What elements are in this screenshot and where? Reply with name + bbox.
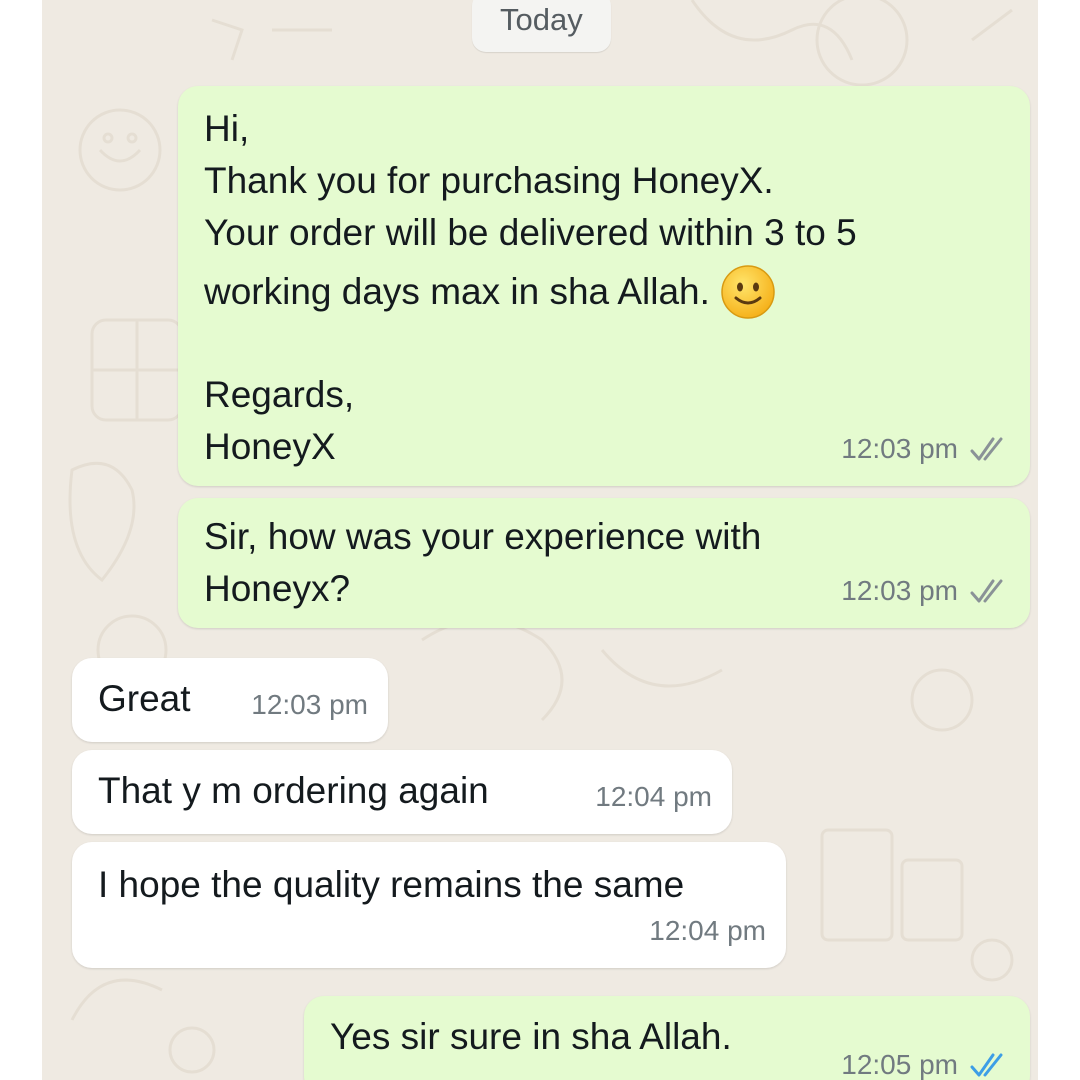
incoming-message[interactable]: I hope the quality remains the same 12:0…	[72, 842, 786, 968]
message-meta: 12:05 pm	[841, 1038, 1010, 1080]
message-time: 12:04 pm	[649, 915, 766, 946]
message-line: Your order will be delivered within 3 to…	[204, 212, 857, 253]
incoming-message[interactable]: Great 12:03 pm	[72, 658, 388, 742]
message-time: 12:03 pm	[251, 689, 368, 720]
message-line: Thank you for purchasing HoneyX.	[204, 160, 774, 201]
message-time: 12:05 pm	[841, 1049, 958, 1080]
message-text: Hi, Thank you for purchasing HoneyX. You…	[204, 102, 1004, 472]
message-text: Great	[98, 678, 191, 719]
message-time: 12:03 pm	[841, 433, 958, 464]
message-time: 12:03 pm	[841, 575, 958, 606]
slightly-smiling-face-icon	[721, 265, 775, 319]
outgoing-message[interactable]: Yes sir sure in sha Allah. 12:05 pm	[304, 996, 1030, 1080]
message-line-with-emoji: working days max in sha Allah.	[204, 258, 1004, 326]
outgoing-message[interactable]: Hi, Thank you for purchasing HoneyX. You…	[178, 86, 1030, 486]
incoming-message[interactable]: That y m ordering again 12:04 pm	[72, 750, 732, 834]
message-text: I hope the quality remains the same	[98, 864, 685, 905]
double-check-read-icon	[970, 437, 1003, 461]
message-time: 12:04 pm	[595, 781, 712, 812]
double-check-blue-icon	[970, 1053, 1003, 1077]
message-meta: 12:04 pm	[595, 770, 712, 824]
message-meta: 12:03 pm	[841, 564, 1010, 618]
double-check-read-icon	[970, 579, 1003, 603]
date-separator: Today	[472, 0, 611, 52]
message-meta: 12:04 pm	[649, 904, 766, 958]
message-line: Regards,	[204, 374, 355, 415]
outgoing-message[interactable]: Sir, how was your experience with Honeyx…	[178, 498, 1030, 628]
message-line: Hi,	[204, 108, 250, 149]
message-line: Sir, how was your experience with	[204, 516, 762, 557]
message-text: Yes sir sure in sha Allah.	[330, 1016, 732, 1057]
message-text: That y m ordering again	[98, 770, 489, 811]
chat-view: Today Hi, Thank you for purchasing Honey…	[42, 0, 1038, 1080]
message-meta: 12:03 pm	[841, 422, 1010, 476]
message-line: working days max in sha Allah.	[204, 271, 710, 312]
message-meta: 12:03 pm	[251, 678, 368, 732]
date-separator-label: Today	[500, 2, 583, 37]
